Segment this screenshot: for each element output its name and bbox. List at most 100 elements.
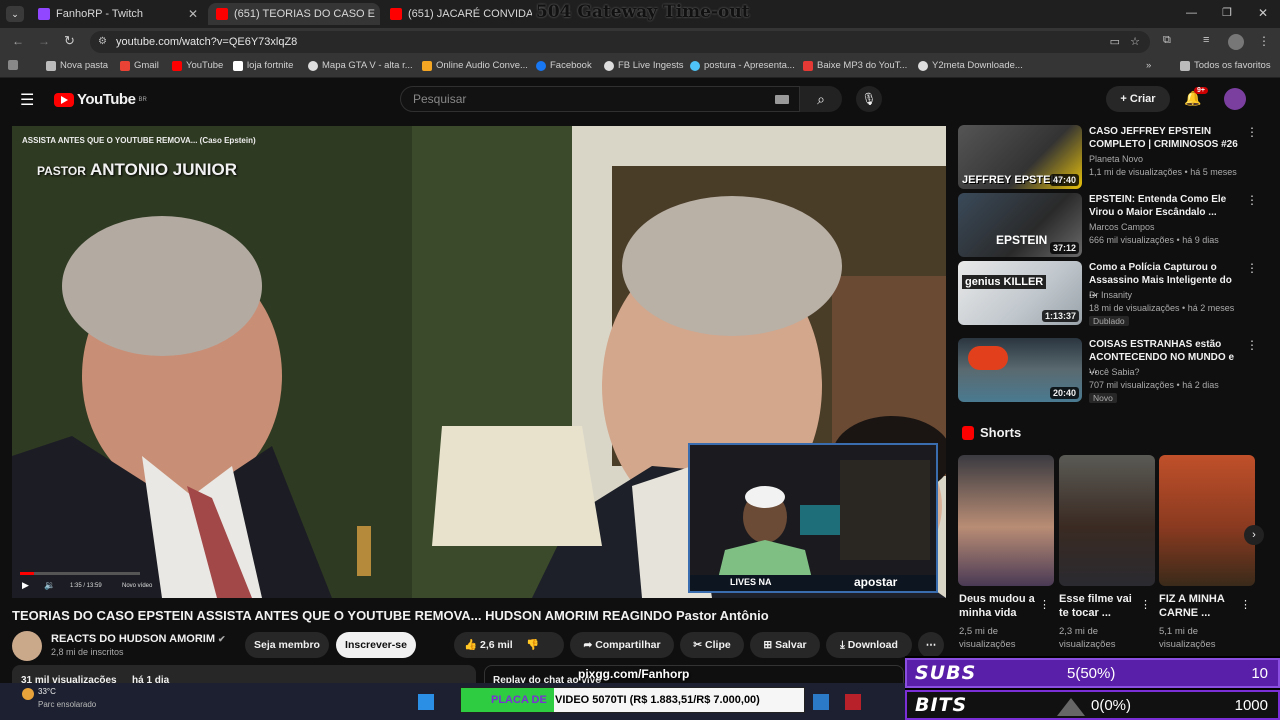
reload-icon[interactable]: ↻: [64, 33, 75, 49]
dislike-icon[interactable]: 👎: [526, 632, 539, 658]
youtube-header: ☰ YouTube BR Pesquisar ⌕ 🎙 + Criar 🔔 9+: [0, 78, 1280, 120]
bookmark-mapa-gta[interactable]: Mapa GTA V - alta r...: [308, 60, 413, 71]
tab-teorias[interactable]: (651) TEORIAS DO CASO E 🔊 ✕: [208, 3, 380, 25]
tab-label: (651) TEORIAS DO CASO E: [234, 8, 376, 20]
channel-avatar[interactable]: [12, 631, 42, 661]
bookmark-loja-fortnite[interactable]: loja fortnite: [233, 60, 293, 71]
bookmark-baixe-mp3[interactable]: Baixe MP3 do YouT...: [803, 60, 907, 71]
recommendation-channel: Planeta Novo: [1089, 154, 1144, 164]
bookmark-star-icon[interactable]: ☆: [1130, 31, 1140, 53]
keyboard-icon[interactable]: [775, 95, 789, 104]
search-button[interactable]: ⌕: [800, 86, 842, 112]
more-options-icon[interactable]: ⋮: [1246, 261, 1258, 275]
bookmark-fb-live[interactable]: FB Live Ingests: [604, 60, 683, 71]
save-playlist-icon: ⊞: [763, 639, 773, 651]
bookmark-nova-pasta[interactable]: Nova pasta: [46, 60, 108, 71]
more-options-icon[interactable]: ⋮: [1039, 598, 1050, 611]
app-icon[interactable]: [845, 694, 861, 710]
recommendation-item[interactable]: EPSTEIN 37:12 EPSTEIN: Entenda Como Ele …: [958, 193, 1258, 259]
tab-twitch[interactable]: FanhoRP - Twitch ✕: [30, 3, 206, 25]
like-icon[interactable]: 👍: [464, 639, 477, 651]
like-count[interactable]: 2,6 mil: [480, 639, 513, 651]
bookmark-y2meta[interactable]: Y2meta Downloade...: [918, 60, 1023, 71]
short-title[interactable]: Deus mudou a minha vida: [959, 592, 1041, 620]
recommendation-thumbnail[interactable]: EPSTEIN 37:12: [958, 193, 1082, 257]
bookmark-postura[interactable]: postura - Apresenta...: [690, 60, 795, 71]
cast-icon[interactable]: ▭: [1110, 31, 1120, 53]
recommendation-thumbnail[interactable]: JEFFREY EPSTEIN 47:40: [958, 125, 1082, 189]
download-button[interactable]: ⤓ Download: [826, 632, 912, 658]
hamburger-menu-icon[interactable]: ☰: [20, 90, 34, 110]
forward-icon[interactable]: →: [38, 34, 50, 48]
clip-button[interactable]: ✂ Clipe: [680, 632, 744, 658]
close-icon[interactable]: ✕: [188, 7, 198, 21]
search-input[interactable]: Pesquisar: [400, 86, 800, 112]
subscriber-count: 2,8 mi de inscritos: [51, 647, 124, 657]
short-title[interactable]: Esse filme vai te tocar ...: [1059, 592, 1141, 620]
globe-icon: [308, 60, 318, 71]
more-options-icon[interactable]: ⋮: [1240, 598, 1251, 611]
tab-search-icon[interactable]: ⌄: [6, 6, 24, 22]
more-options-icon[interactable]: ⋮: [1246, 193, 1258, 207]
tab-jacare[interactable]: (651) JACARÉ CONVIDA RAFA F: [382, 3, 532, 25]
youtube-icon: [172, 60, 182, 71]
share-button[interactable]: ➦ Compartilhar: [570, 632, 674, 658]
webcam-banner: LIVES NA apostar: [690, 575, 936, 591]
back-icon[interactable]: ←: [12, 34, 24, 48]
globe-icon: [918, 60, 928, 71]
short-thumbnail[interactable]: [1159, 455, 1255, 586]
short-title[interactable]: FIZ A MINHA CARNE ...: [1159, 592, 1241, 620]
bookmark-audio-converter[interactable]: Online Audio Conve...: [422, 60, 528, 71]
bits-icon: [1057, 698, 1085, 716]
minimize-icon[interactable]: —: [1186, 7, 1197, 19]
recommendation-item[interactable]: 20:40 COISAS ESTRANHAS estão ACONTECENDO…: [958, 338, 1258, 404]
voice-search-button[interactable]: 🎙: [856, 86, 882, 112]
bookmark-youtube[interactable]: YouTube: [172, 60, 223, 71]
channel-name[interactable]: REACTS DO HUDSON AMORIM ✔: [51, 633, 226, 645]
media-icon[interactable]: ≡: [1203, 34, 1209, 46]
menu-icon[interactable]: ⋮: [1258, 34, 1270, 48]
more-bookmarks-icon[interactable]: »: [1146, 60, 1151, 71]
bookmark-gmail[interactable]: Gmail: [120, 60, 159, 71]
site-info-icon[interactable]: ⚙: [98, 31, 107, 53]
subscribe-button[interactable]: Inscrever-se: [336, 632, 416, 658]
progress-bar[interactable]: [20, 572, 140, 575]
save-button[interactable]: ⊞ Salvar: [750, 632, 820, 658]
more-options-icon[interactable]: ⋮: [1246, 338, 1258, 352]
donation-goal-text: VIDEO 5070TI (R$ 1.883,51/R$ 7.000,00): [555, 694, 760, 706]
apps-icon[interactable]: [8, 60, 18, 70]
volume-icon[interactable]: 🔉: [44, 580, 55, 591]
tab-label: (651) JACARÉ CONVIDA RAFA F: [408, 8, 532, 20]
more-options-icon[interactable]: ⋮: [1140, 598, 1151, 611]
close-window-icon[interactable]: ✕: [1258, 6, 1268, 20]
more-options-icon[interactable]: ⋮: [1246, 125, 1258, 139]
extensions-icon[interactable]: ⧉: [1163, 34, 1171, 47]
short-thumbnail[interactable]: [1059, 455, 1155, 586]
youtube-logo[interactable]: YouTube BR: [54, 91, 147, 108]
next-video-label[interactable]: Novo vídeo: [122, 583, 152, 589]
bookmark-facebook[interactable]: Facebook: [536, 60, 592, 71]
recommendation-thumbnail[interactable]: genius KILLER 1:13:37: [958, 261, 1082, 325]
short-thumbnail[interactable]: [958, 455, 1054, 586]
new-badge: Novo: [1089, 393, 1117, 403]
more-actions-icon[interactable]: ⋯: [918, 632, 944, 658]
windows-start-icon[interactable]: [418, 694, 434, 710]
chevron-right-icon[interactable]: ›: [1244, 525, 1264, 545]
recommendation-item[interactable]: JEFFREY EPSTEIN 47:40 CASO JEFFREY EPSTE…: [958, 125, 1258, 191]
recommendation-thumbnail[interactable]: 20:40: [958, 338, 1082, 402]
url-field[interactable]: ⚙ youtube.com/watch?v=QE6Y73xlqZ8 ▭ ☆: [90, 31, 1150, 53]
short-views: 2,3 mi de visualizações: [1059, 626, 1116, 650]
recommendation-title: EPSTEIN: Entenda Como Ele Virou o Maior …: [1089, 194, 1227, 218]
account-avatar[interactable]: [1224, 88, 1246, 110]
download-site-icon: [803, 60, 813, 71]
bookmark-all-favorites[interactable]: Todos os favoritos: [1180, 60, 1271, 71]
create-button[interactable]: + Criar: [1106, 86, 1170, 112]
recommendation-item[interactable]: genius KILLER 1:13:37 Como a Polícia Cap…: [958, 261, 1258, 327]
maximize-icon[interactable]: ❐: [1222, 6, 1232, 19]
webcam-frame: [690, 445, 936, 591]
vscode-icon[interactable]: [813, 694, 829, 710]
play-icon[interactable]: ▶: [22, 580, 29, 591]
profile-avatar[interactable]: [1228, 34, 1244, 50]
short-views: 2,5 mi de visualizações: [959, 626, 1016, 650]
join-member-button[interactable]: Seja membro: [245, 632, 329, 658]
